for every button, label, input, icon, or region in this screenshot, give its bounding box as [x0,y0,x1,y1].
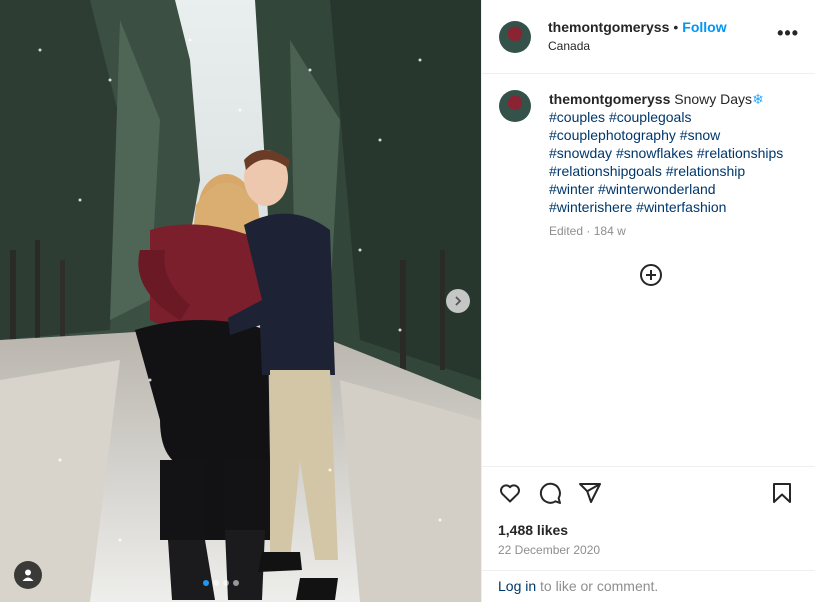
follow-button[interactable]: Follow [682,19,726,35]
edited-meta: Edited · 184 w [549,222,799,240]
avatar[interactable] [499,20,531,53]
save-button[interactable] [770,481,794,505]
carousel-dot [213,580,219,586]
carousel-dot-active [203,580,209,586]
hashtag-link[interactable]: #snowday [549,145,612,161]
post-header: themontgomeryss • Follow Canada ••• [482,0,815,74]
caption-text: Snowy Days [674,91,753,107]
meta-separator: · [586,224,591,238]
comment-icon [539,482,561,504]
chevron-right-icon [455,296,462,306]
caption-row: themontgomeryss Snowy Days❄ #couples #co… [482,74,815,240]
hashtag-link[interactable]: #couples [549,109,605,125]
add-circle-icon[interactable] [639,263,663,287]
post-age[interactable]: 184 w [594,224,626,238]
hashtag-link[interactable]: #relationship [666,163,745,179]
bookmark-icon [773,483,791,503]
header-text: themontgomeryss • Follow Canada [548,18,727,56]
carousel-dot [233,580,239,586]
action-bar [482,466,815,519]
heart-icon [500,484,520,503]
share-icon [579,483,601,503]
more-options-icon[interactable]: ••• [777,24,799,46]
carousel-dot [223,580,229,586]
hashtag-link[interactable]: #snow [680,127,720,143]
share-button[interactable] [578,481,602,505]
username-link[interactable]: themontgomeryss [548,19,669,35]
post-date: 22 December 2020 [498,543,601,557]
hashtag-list: #couples #couplegoals #couplephotography… [549,108,799,216]
hashtag-link[interactable]: #winterwonderland [598,181,716,197]
hashtag-link[interactable]: #snowflakes [616,145,693,161]
hashtag-link[interactable]: #relationshipgoals [549,163,662,179]
login-prompt: Log in to like or comment. [482,570,815,602]
location-link[interactable]: Canada [548,37,727,56]
like-button[interactable] [498,481,522,505]
hashtag-link[interactable]: #couplegoals [609,109,692,125]
login-link[interactable]: Log in [498,578,536,594]
caption-avatar[interactable] [499,90,531,122]
tagged-users-button[interactable] [14,561,42,589]
hashtag-link[interactable]: #couplephotography [549,127,676,143]
caption-username[interactable]: themontgomeryss [549,91,670,107]
user-tag-icon [22,569,34,581]
photo-scene [0,0,481,602]
hashtag-link[interactable]: #relationships [697,145,783,161]
hashtag-link[interactable]: #winter [549,181,594,197]
likes-count[interactable]: 1,488 likes [498,522,568,538]
post-details-panel: themontgomeryss • Follow Canada ••• themon… [481,0,815,602]
edited-label: Edited [549,224,584,238]
carousel-next-button[interactable] [446,289,470,313]
post-photo[interactable] [0,0,481,602]
caption: themontgomeryss Snowy Days❄ #couples #co… [549,90,799,240]
hashtag-link[interactable]: #winterishere [549,199,632,215]
carousel-indicator [203,580,239,586]
login-prompt-text: to like or comment. [536,578,659,594]
separator-dot: • [673,18,679,35]
comment-button[interactable] [538,481,562,505]
snowflake-emoji: ❄ [752,91,764,107]
hashtag-link[interactable]: #winterfashion [636,199,726,215]
